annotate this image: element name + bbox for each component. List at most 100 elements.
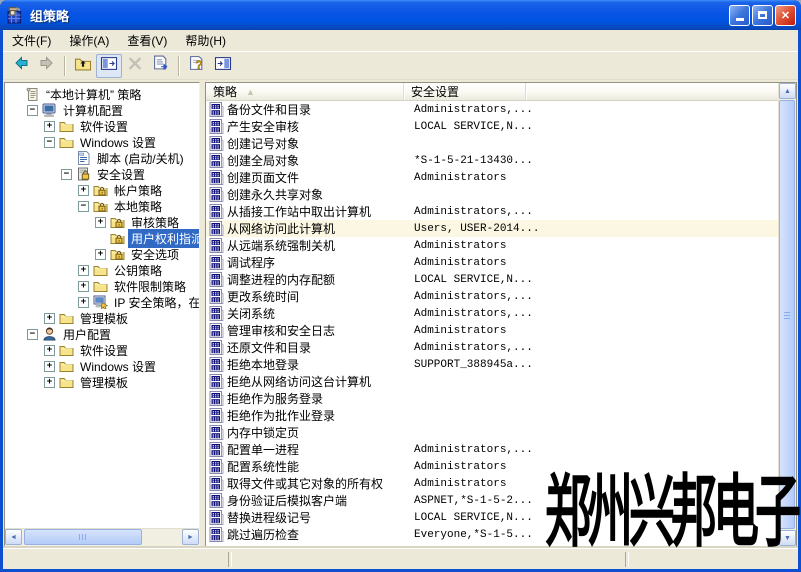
security-setting: Administrators,...	[407, 291, 778, 303]
policy-name: 更改系统时间	[227, 288, 407, 305]
maximize-button[interactable]	[752, 5, 773, 26]
security-setting: Administrators	[407, 172, 778, 184]
expander-plus-icon[interactable]: +	[44, 121, 55, 132]
security-setting: Administrators,...	[407, 104, 778, 116]
list-row[interactable]: 从网络访问此计算机Users, USER-2014...	[206, 220, 778, 237]
list-row[interactable]: 拒绝从网络访问这台计算机	[206, 373, 778, 390]
close-button[interactable]: ✕	[775, 5, 796, 26]
security-icon	[76, 167, 94, 181]
list-row[interactable]: 调整进程的内存配额LOCAL SERVICE,N...	[206, 271, 778, 288]
expander-minus-icon[interactable]: −	[78, 201, 89, 212]
minimize-button[interactable]	[729, 5, 750, 26]
expander-plus-icon[interactable]: +	[44, 313, 55, 324]
list-row[interactable]: 从远端系统强制关机Administrators	[206, 237, 778, 254]
scroll-right-button[interactable]: ►	[182, 529, 199, 545]
list-row[interactable]: 从插接工作站中取出计算机Administrators,...	[206, 203, 778, 220]
up-folder-button[interactable]	[70, 54, 96, 78]
expander-plus-icon[interactable]: +	[78, 265, 89, 276]
show-console-tree-button[interactable]	[96, 54, 122, 78]
policy-item-icon	[209, 527, 224, 542]
policy-item-icon	[209, 425, 224, 440]
expander-minus-icon[interactable]: −	[27, 329, 38, 340]
back-icon	[12, 55, 30, 76]
tree-item[interactable]: +安全选项	[5, 246, 199, 262]
expander-plus-icon[interactable]: +	[44, 345, 55, 356]
menu-help[interactable]: 帮助(H)	[176, 30, 235, 51]
scroll-track[interactable]	[22, 529, 182, 546]
scroll-thumb[interactable]	[779, 100, 795, 529]
list-row[interactable]: 拒绝作为批作业登录	[206, 407, 778, 424]
list-row[interactable]: 创建永久共享对象	[206, 186, 778, 203]
tree-item[interactable]: + 管理模板	[5, 374, 199, 390]
security-setting: LOCAL SERVICE,N...	[407, 121, 778, 133]
list-row[interactable]: 管理审核和安全日志Administrators	[206, 322, 778, 339]
scroll-up-button[interactable]: ▲	[779, 83, 796, 99]
column-header-filler	[526, 83, 778, 100]
expander-plus-icon[interactable]: +	[44, 377, 55, 388]
policy-name: 调试程序	[227, 254, 407, 271]
show-properties-button[interactable]	[210, 54, 236, 78]
policy-name: 创建永久共享对象	[227, 186, 407, 203]
list-row[interactable]: 创建全局对象*S-1-5-21-13430...	[206, 152, 778, 169]
policy-item-icon	[209, 510, 224, 525]
list-row[interactable]: 创建页面文件Administrators	[206, 169, 778, 186]
list-row[interactable]: 配置单一进程Administrators,...	[206, 441, 778, 458]
column-header-policy[interactable]: 策略 ▲	[206, 83, 404, 100]
back-button[interactable]	[8, 54, 34, 78]
script-icon	[76, 151, 94, 165]
policy-root-icon	[25, 87, 43, 102]
list-row[interactable]: 拒绝本地登录SUPPORT_388945a...	[206, 356, 778, 373]
policy-name: 从插接工作站中取出计算机	[227, 203, 407, 220]
list-row[interactable]: 备份文件和目录Administrators,...	[206, 101, 778, 118]
menu-view[interactable]: 查看(V)	[118, 30, 176, 51]
policy-item-icon	[209, 289, 224, 304]
menu-action[interactable]: 操作(A)	[60, 30, 118, 51]
folder-lock-icon	[93, 183, 111, 197]
menu-file[interactable]: 文件(F)	[3, 30, 60, 51]
expander-plus-icon[interactable]: +	[78, 281, 89, 292]
ip-security-icon	[93, 295, 111, 309]
list-row[interactable]: 创建记号对象	[206, 135, 778, 152]
show-console-tree-icon	[100, 56, 118, 76]
expander-plus-icon[interactable]: +	[95, 217, 106, 228]
scroll-thumb[interactable]	[24, 529, 142, 545]
expander-plus-icon[interactable]: +	[78, 297, 89, 308]
tree-horizontal-scrollbar[interactable]: ◄ ►	[5, 528, 199, 546]
security-setting: Administrators,...	[407, 342, 778, 354]
maximize-icon	[758, 11, 767, 19]
help-button[interactable]: ?	[184, 54, 210, 78]
titlebar: 组策略 ✕	[0, 0, 801, 30]
policy-item-icon	[209, 323, 224, 338]
console-tree-pane: “本地计算机” 策略−计算机配置+软件设置−Windows 设置脚本 (启动/关…	[4, 82, 200, 547]
list-row[interactable]: 更改系统时间Administrators,...	[206, 288, 778, 305]
expander-plus-icon[interactable]: +	[44, 361, 55, 372]
list-row[interactable]: 还原文件和目录Administrators,...	[206, 339, 778, 356]
scroll-left-button[interactable]: ◄	[5, 529, 22, 545]
policy-item-icon	[209, 153, 224, 168]
policy-name: 取得文件或其它对象的所有权	[227, 475, 407, 492]
policy-name: 配置系统性能	[227, 458, 407, 475]
expander-minus-icon[interactable]: −	[61, 169, 72, 180]
list-row[interactable]: 调试程序Administrators	[206, 254, 778, 271]
list-row[interactable]: 内存中锁定页	[206, 424, 778, 441]
column-header-security-setting[interactable]: 安全设置	[404, 83, 526, 100]
scroll-track[interactable]	[779, 99, 796, 530]
policy-name: 从网络访问此计算机	[227, 220, 407, 237]
list-row[interactable]: 产生安全审核LOCAL SERVICE,N...	[206, 118, 778, 135]
expander-minus-icon[interactable]: −	[44, 137, 55, 148]
policy-name: 拒绝从网络访问这台计算机	[227, 373, 407, 390]
tree-item[interactable]: −安全设置	[5, 166, 199, 182]
policy-item-icon	[209, 136, 224, 151]
export-list-button[interactable]	[148, 54, 174, 78]
expander-plus-icon[interactable]: +	[95, 249, 106, 260]
folder-icon	[59, 119, 77, 133]
expander-plus-icon[interactable]: +	[78, 185, 89, 196]
expander-minus-icon[interactable]: −	[27, 105, 38, 116]
tree-item-label: 管理模板	[77, 373, 131, 392]
list-row[interactable]: 拒绝作为服务登录	[206, 390, 778, 407]
folder-icon	[59, 375, 77, 389]
list-row[interactable]: 关闭系统Administrators,...	[206, 305, 778, 322]
tree-item[interactable]: +帐户策略	[5, 182, 199, 198]
security-setting: Administrators	[407, 325, 778, 337]
forward-icon	[38, 55, 56, 76]
